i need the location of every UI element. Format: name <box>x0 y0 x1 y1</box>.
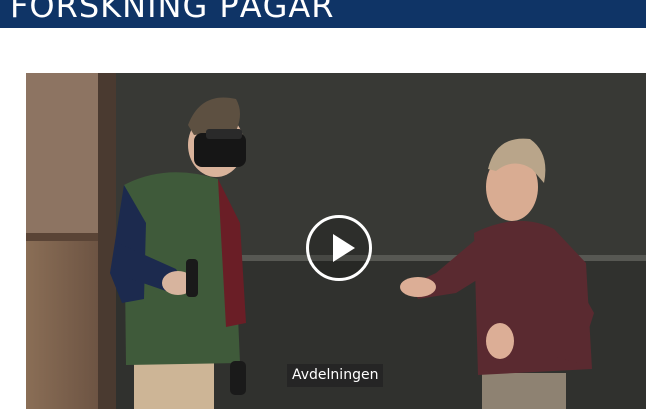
video-caption: Avdelningen <box>287 364 384 387</box>
play-button[interactable] <box>306 215 372 281</box>
page-title: FORSKNING PÅGÅR <box>10 0 335 25</box>
header-banner: FORSKNING PÅGÅR <box>0 0 646 28</box>
play-icon <box>333 234 355 262</box>
video-player[interactable]: Avdelningen <box>26 73 646 409</box>
